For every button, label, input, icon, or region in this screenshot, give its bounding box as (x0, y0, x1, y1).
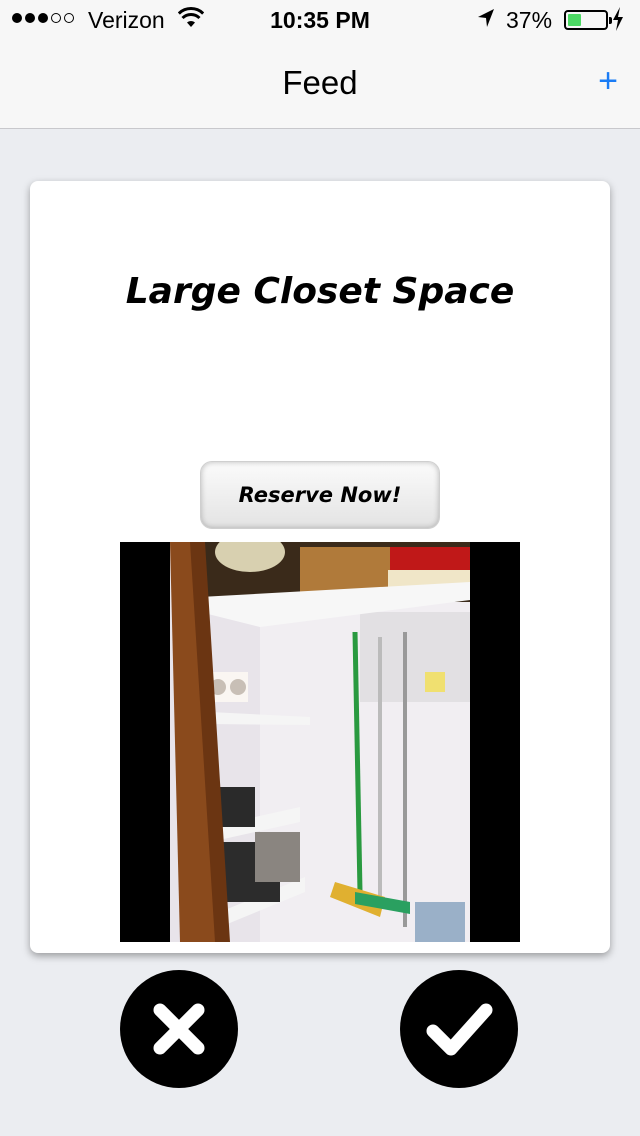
listing-card[interactable]: Large Closet Space Reserve Now! (30, 181, 610, 953)
reserve-now-button[interactable]: Reserve Now! (200, 461, 440, 529)
location-arrow-icon (476, 7, 496, 35)
accept-button[interactable] (400, 970, 518, 1088)
charging-bolt-icon (612, 7, 624, 37)
closet-image (170, 542, 470, 942)
status-bar: Verizon 10:35 PM 37% (0, 0, 640, 40)
reject-button[interactable] (120, 970, 238, 1088)
page-title: Feed (282, 64, 358, 101)
checkmark-icon (426, 1003, 493, 1056)
battery-percentage: 37% (506, 7, 553, 33)
top-bar: Verizon 10:35 PM 37% Feed + (0, 0, 640, 129)
close-icon (153, 1003, 205, 1055)
listing-title: Large Closet Space (125, 271, 515, 312)
battery-icon (564, 10, 612, 30)
add-button[interactable]: + (590, 64, 626, 98)
listing-photo (120, 542, 520, 942)
